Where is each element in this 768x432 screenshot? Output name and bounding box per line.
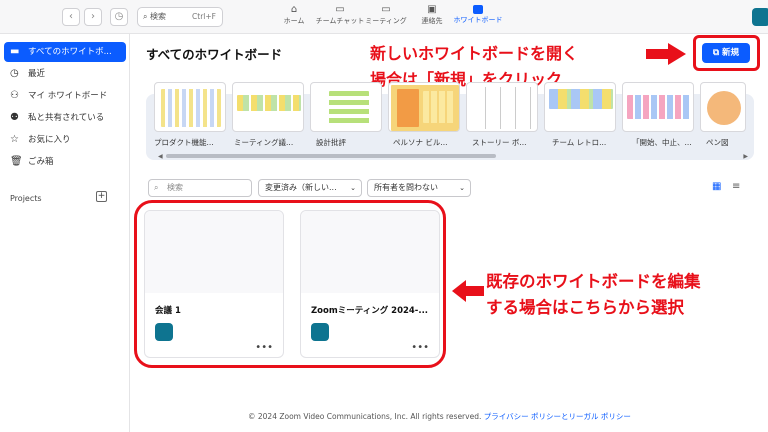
top-bar: ‹ › ◷ ⌕ 検索 Ctrl+F ⌂ ホーム ▭ チームチャット ▭ ミーティ… xyxy=(0,0,768,34)
template-label: チーム レトロ... xyxy=(552,138,607,147)
new-button-highlight xyxy=(693,35,760,71)
tab-meetings-label: ミーティング xyxy=(365,17,407,25)
list-view-icon[interactable]: ≡ xyxy=(732,182,742,192)
board-icon: ▬ xyxy=(10,46,20,57)
template-label: ミーティング議... xyxy=(234,138,294,147)
footer-copyright: © 2024 Zoom Video Communications, Inc. A… xyxy=(248,412,482,421)
tab-home[interactable]: ⌂ ホーム xyxy=(283,4,305,26)
annotation-existing-line1: 既存のホワイトボードを編集 xyxy=(486,272,701,291)
sidebar-item-label: マイ ホワイトボード xyxy=(28,91,108,101)
annotation-new-line1: 新しいホワイトボードを開く xyxy=(370,44,579,63)
chevron-down-icon: ⌄ xyxy=(459,184,465,192)
sort-dropdown[interactable]: 変更済み（新しい... ⌄ xyxy=(258,179,362,197)
forward-arrow-icon[interactable]: › xyxy=(84,8,102,26)
whiteboard-search-input[interactable]: ⌕ 検索 xyxy=(148,179,252,197)
tab-team-chat-label: チームチャット xyxy=(315,17,365,25)
person-icon: ⚇ xyxy=(10,90,19,101)
footer: © 2024 Zoom Video Communications, Inc. A… xyxy=(248,411,631,422)
search-placeholder: 検索 xyxy=(167,183,183,192)
tab-home-label: ホーム xyxy=(283,17,305,25)
sidebar-item-recent[interactable]: ◷ 最近 xyxy=(4,64,126,84)
video-icon: ▭ xyxy=(381,4,391,15)
tab-meetings[interactable]: ▭ ミーティング xyxy=(364,4,408,26)
clock-icon: ◷ xyxy=(10,68,19,79)
global-search-label: 検索 xyxy=(150,12,167,21)
sidebar-item-all-whiteboards[interactable]: ▬ すべてのホワイトボ... xyxy=(4,42,126,62)
sidebar-item-label: ごみ箱 xyxy=(28,157,54,167)
add-project-icon[interactable]: + xyxy=(96,191,107,202)
scroll-right-icon[interactable]: ▶ xyxy=(743,153,748,160)
scroll-thumb[interactable] xyxy=(166,154,496,158)
owner-dropdown[interactable]: 所有者を問わない ⌄ xyxy=(367,179,471,197)
tab-contacts[interactable]: ▣ 連絡先 xyxy=(420,4,444,26)
template-card[interactable] xyxy=(544,82,616,132)
sidebar-item-shared[interactable]: ⚉ 私と共有されている xyxy=(4,108,126,128)
annotation-existing-line2: する場合はこちらから選択 xyxy=(486,298,684,317)
people-icon: ⚉ xyxy=(10,112,19,123)
sidebar-item-label: 私と共有されている xyxy=(28,113,105,123)
search-shortcut: Ctrl+F xyxy=(192,12,216,21)
user-avatar[interactable] xyxy=(752,8,768,26)
sidebar-item-trash[interactable]: 🗑 ごみ箱 xyxy=(4,152,126,172)
template-card[interactable] xyxy=(700,82,746,132)
template-card[interactable] xyxy=(154,82,226,132)
template-scrollbar[interactable]: ◀ ▶ xyxy=(158,153,748,160)
template-card[interactable] xyxy=(622,82,694,132)
sidebar-item-my-whiteboards[interactable]: ⚇ マイ ホワイトボード xyxy=(4,86,126,106)
scroll-left-icon[interactable]: ◀ xyxy=(158,153,163,160)
contacts-icon: ▣ xyxy=(427,4,437,15)
sidebar-item-label: お気に入り xyxy=(28,135,71,145)
home-icon: ⌂ xyxy=(290,4,298,15)
chat-icon: ▭ xyxy=(335,4,345,15)
sidebar-item-label: すべてのホワイトボ... xyxy=(28,47,112,57)
tab-team-chat[interactable]: ▭ チームチャット xyxy=(314,4,366,26)
template-card[interactable] xyxy=(310,82,382,132)
sort-value: 変更済み（新しい... xyxy=(265,183,337,192)
global-search[interactable]: ⌕ 検索 Ctrl+F xyxy=(137,7,223,27)
tab-whiteboards-label: ホワイトボード xyxy=(453,16,503,24)
template-label: 「開始、中止、... xyxy=(632,138,692,147)
search-icon: ⌕ xyxy=(154,183,159,192)
search-icon: ⌕ xyxy=(143,12,148,21)
template-label: ペルソナ ビル... xyxy=(393,138,448,147)
template-label: ペン図 xyxy=(706,138,729,147)
sidebar-item-label: 最近 xyxy=(28,69,46,79)
star-icon: ☆ xyxy=(10,134,19,145)
template-card[interactable] xyxy=(232,82,304,132)
projects-heading: Projects xyxy=(10,194,42,203)
tab-contacts-label: 連絡先 xyxy=(421,17,443,25)
back-arrow-icon[interactable]: ‹ xyxy=(62,8,80,26)
sidebar-item-favorites[interactable]: ☆ お気に入り xyxy=(4,130,126,150)
sidebar: ▬ すべてのホワイトボ... ◷ 最近 ⚇ マイ ホワイトボード ⚉ 私と共有さ… xyxy=(0,34,130,432)
template-label: プロダクト機能... xyxy=(154,138,214,147)
annotation-arrow-right-icon xyxy=(646,43,686,65)
template-card[interactable] xyxy=(388,82,460,132)
template-label: 設計批評 xyxy=(316,138,346,147)
trash-icon: 🗑 xyxy=(10,156,23,167)
grid-view-icon[interactable]: ▦ xyxy=(712,182,722,192)
page-title: すべてのホワイトボード xyxy=(146,47,283,62)
annotation-arrow-left-icon xyxy=(452,280,484,302)
chevron-down-icon: ⌄ xyxy=(350,184,356,192)
existing-boards-highlight xyxy=(134,200,446,368)
privacy-policy-link[interactable]: プライバシー ポリシーとリーガル ポリシー xyxy=(484,412,631,421)
template-card[interactable] xyxy=(466,82,538,132)
tab-whiteboards[interactable]: ホワイトボード xyxy=(452,4,504,25)
owner-value: 所有者を問わない xyxy=(374,183,438,192)
template-label: ストーリー ボ... xyxy=(472,138,527,147)
history-icon[interactable]: ◷ xyxy=(110,8,128,26)
whiteboard-icon xyxy=(473,5,483,14)
